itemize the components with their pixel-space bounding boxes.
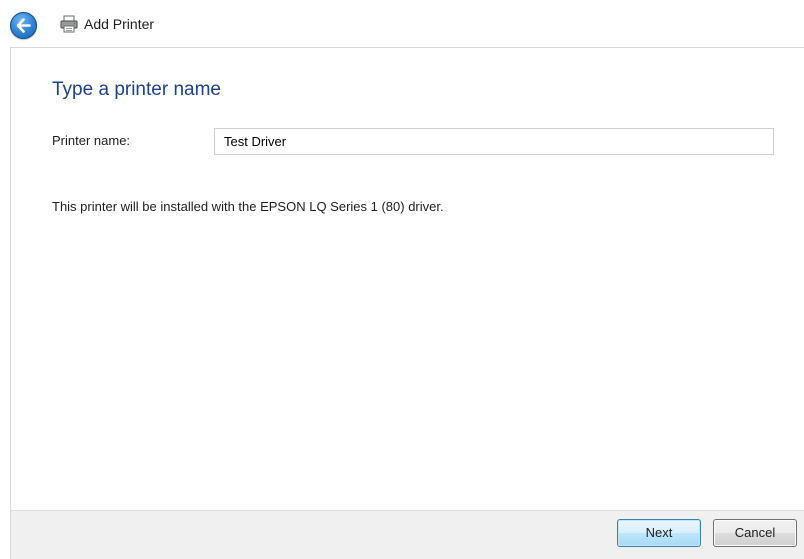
driver-info-text: This printer will be installed with the …	[52, 199, 444, 214]
next-button[interactable]: Next	[617, 519, 701, 547]
cancel-button[interactable]: Cancel	[713, 519, 797, 547]
printer-icon	[60, 15, 78, 33]
back-button[interactable]	[10, 12, 37, 39]
wizard-content-panel	[10, 47, 804, 510]
printer-name-label: Printer name:	[52, 133, 131, 148]
title-bar: Add Printer	[0, 0, 804, 47]
printer-name-input[interactable]	[214, 128, 774, 155]
window-title: Add Printer	[84, 16, 155, 32]
page-heading: Type a printer name	[52, 79, 221, 100]
back-arrow-icon	[16, 18, 31, 33]
